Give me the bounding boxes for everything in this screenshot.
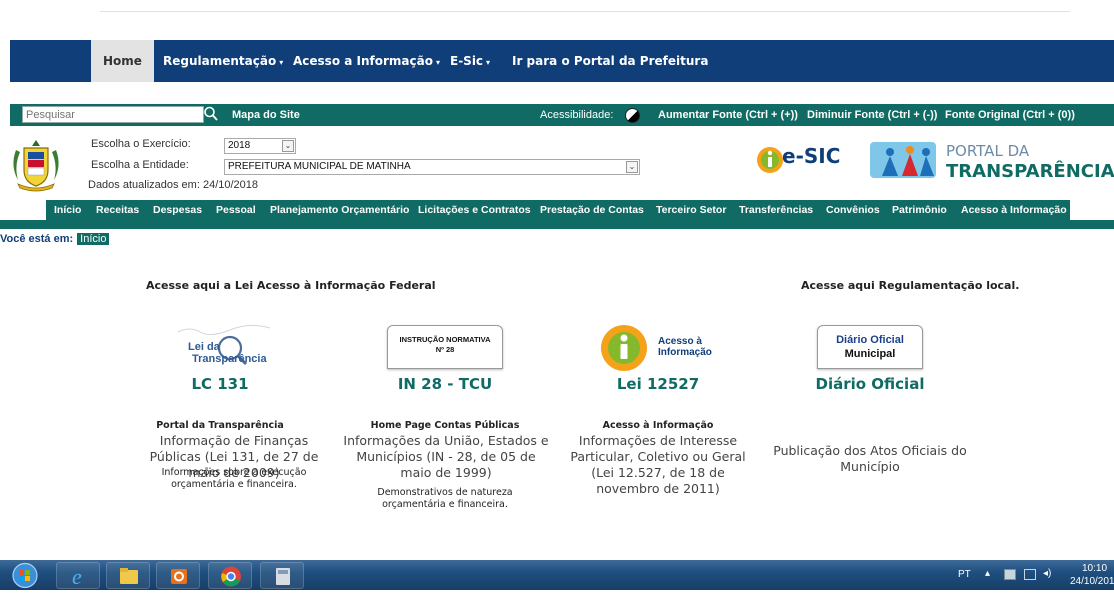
nav-home-label: Home [103,54,142,68]
card-note-in28: Demonstrativos de natureza orçamentária … [377,487,513,510]
lead-local: Acesse aqui Regulamentação local. [801,279,1020,292]
menu-despesas[interactable]: Despesas [153,200,202,220]
search-icon[interactable] [203,105,219,123]
original-font-link[interactable]: Fonte Original (Ctrl + (0)) [945,104,1075,126]
network-icon[interactable] [1024,569,1036,580]
clock-time[interactable]: 10:10 [1082,563,1107,574]
search-input[interactable] [22,106,204,123]
entidade-label: Escolha a Entidade: [91,159,189,171]
windows-taskbar: e PT ▴ ◂) 10:10 24/10/201 [0,560,1114,590]
increase-font-link[interactable]: Aumentar Fonte (Ctrl + (+)) [658,104,798,126]
file-explorer-icon[interactable] [106,562,150,589]
entidade-value: PREFEITURA MUNICIPAL DE MATINHA [228,161,411,172]
top-navbar: Home Regulamentação ▾ Acesso a Informação… [10,40,1114,82]
decrease-font-link[interactable]: Diminuir Fonte (Ctrl + (-)) [807,104,937,126]
calculator-icon[interactable] [260,562,304,589]
menu-terceiro-setor[interactable]: Terceiro Setor [656,200,726,220]
instrucao-normativa-banner[interactable]: INSTRUÇÃO NORMATIVA Nº 28 [387,325,503,369]
lei-banner-line1: Lei da [188,341,220,353]
volume-icon[interactable]: ◂) [1043,568,1051,579]
nav-esic[interactable]: E-Sic ▾ [450,40,490,82]
chevron-down-icon: ▾ [279,58,284,67]
menu-pessoal[interactable]: Pessoal [216,200,256,220]
outlook-icon[interactable] [156,562,200,589]
menu-underline [0,220,1114,229]
breadcrumb: Você está em: Início [0,233,110,245]
action-center-icon[interactable] [1004,569,1016,580]
nav-esic-label: E-Sic [450,54,484,68]
menu-inicio[interactable]: Início [54,200,81,220]
menu-receitas[interactable]: Receitas [96,200,139,220]
internet-explorer-icon[interactable]: e [56,562,100,589]
breadcrumb-label: Você está em: [0,233,74,245]
contrast-icon[interactable] [625,108,640,123]
card-title-in28[interactable]: IN 28 - TCU [365,375,525,393]
accessibility-toolbar: Mapa do Site Acessibilidade: Aumentar Fo… [10,104,1114,126]
card-sub-lei12527: Acesso à Informação [602,420,714,431]
svg-text:e: e [72,564,82,589]
breadcrumb-current[interactable]: Início [77,233,110,245]
card-note-lc131: Informações sobre a execução orçamentári… [161,467,307,490]
menu-patrimonio[interactable]: Patrimônio [892,200,947,220]
card-desc-lei12527: Informações de Interesse Particular, Col… [570,433,746,496]
diario-oficial-banner[interactable]: Diário Oficial Municipal [817,325,923,369]
chevron-down-icon: ⌄ [282,140,294,152]
card-sub-in28: Home Page Contas Públicas [370,420,520,431]
language-indicator[interactable]: PT [958,569,971,580]
lead-federal: Acesse aqui a Lei Acesso à Informação Fe… [146,279,436,292]
in-banner-line2: Nº 28 [435,345,455,354]
portal-transparencia-logo[interactable]: PORTAL DA TRANSPARÊNCIA [868,136,1114,184]
entidade-select[interactable]: PREFEITURA MUNICIPAL DE MATINHA ⌄ [224,159,640,175]
acesso-banner-line1: Acesso à [658,336,702,347]
chevron-down-icon: ▾ [435,58,440,67]
exercicio-select[interactable]: 2018 ⌄ [224,138,296,154]
chevron-down-icon: ⌄ [626,161,638,173]
start-button[interactable] [6,562,44,589]
nav-regulamentacao[interactable]: Regulamentação ▾ [163,40,283,82]
menu-planejamento[interactable]: Planejamento Orçamentário [270,200,409,220]
nav-home[interactable]: Home [91,40,154,82]
chevron-down-icon: ▾ [486,58,491,67]
menu-acesso-informacao[interactable]: Acesso à Informação [961,200,1067,220]
tray-expand-icon[interactable]: ▴ [985,568,990,579]
card-title-lc131[interactable]: LC 131 [140,375,300,393]
nav-acesso-informacao[interactable]: Acesso a Informação ▾ [293,40,440,82]
in-banner-line1: INSTRUÇÃO NORMATIVA [399,335,491,344]
card-title-diario-oficial[interactable]: Diário Oficial [790,375,950,393]
coat-of-arms-logo [13,140,59,192]
exercicio-label: Escolha o Exercício: [91,138,191,150]
card-desc-diario-oficial: Publicação dos Atos Oficiais do Municípi… [773,443,967,474]
main-menu: Início Receitas Despesas Pessoal Planeja… [46,200,1070,220]
updated-date: Dados atualizados em: 24/10/2018 [88,179,259,191]
nav-portal-label: Ir para o Portal da Prefeitura [512,54,709,68]
top-divider [100,11,1070,12]
acesso-informacao-banner[interactable]: Acesso à Informação [600,322,720,374]
site-map-link[interactable]: Mapa do Site [232,104,300,126]
nav-regulamentacao-label: Regulamentação [163,54,277,68]
card-desc-in28: Informações da União, Estados e Municípi… [343,433,549,480]
clock-date[interactable]: 24/10/201 [1070,576,1114,587]
menu-licitacoes[interactable]: Licitações e Contratos [418,200,531,220]
nav-acesso-label: Acesso a Informação [293,54,433,68]
card-sub-lc131: Portal da Transparência [156,420,284,431]
esic-logo[interactable]: e-SIC [755,140,855,180]
diario-banner-line2: Municipal [844,348,896,360]
acesso-banner-line2: Informação [658,347,712,358]
menu-convenios[interactable]: Convênios [826,200,880,220]
exercicio-value: 2018 [228,140,251,151]
lei-banner-line2: Transparência [192,353,267,365]
portal-logo-line2: TRANSPARÊNCIA [946,161,1114,182]
menu-transferencias[interactable]: Transferências [739,200,813,220]
lei-transparencia-banner[interactable]: Lei da Transparência [170,322,280,374]
menu-prestacao-contas[interactable]: Prestação de Contas [540,200,644,220]
esic-logo-text: e-SIC [782,144,841,168]
accessibility-label: Acessibilidade: [540,109,614,121]
chrome-icon[interactable] [208,562,252,589]
nav-portal-prefeitura[interactable]: Ir para o Portal da Prefeitura [512,40,708,82]
card-title-lei12527[interactable]: Lei 12527 [578,375,738,393]
diario-banner-line1: Diário Oficial [836,334,904,346]
portal-logo-line1: PORTAL DA [946,142,1030,160]
